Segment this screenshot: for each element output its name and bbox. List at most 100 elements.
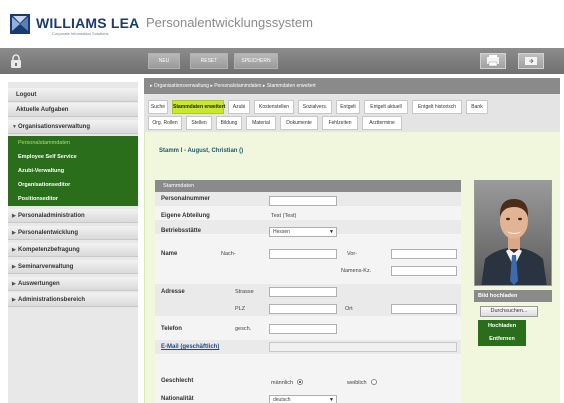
tab-fehlzeiten[interactable]: Fehlzeiten	[322, 116, 358, 130]
tab-dokumente[interactable]: Dokumente	[280, 116, 318, 130]
nachname-input[interactable]	[269, 249, 337, 259]
tab-arzttermine[interactable]: Arzttermine	[362, 116, 402, 130]
radio-weiblich[interactable]	[371, 379, 377, 385]
sidebar-item-label: Personaladministration	[18, 213, 85, 219]
sidebar-item-organisationsverwaltung[interactable]: ▼Organisationsverwaltung	[8, 120, 138, 134]
label-name: Name	[161, 251, 178, 257]
browse-button[interactable]: Durchsuchen...	[480, 306, 538, 317]
sidebar-item-aktuelle-aufgaben[interactable]: Aktuelle Aufgaben	[8, 103, 138, 117]
sidebar-item-personalentwicklung[interactable]: ▶ Personalentwicklung	[8, 226, 138, 240]
sidebar-item-label: Logout	[16, 92, 37, 98]
abteilung-value: Test (Test)	[271, 213, 297, 219]
sidebar-submenu: Personalstammdaten Employee Self Service…	[8, 136, 138, 206]
sidebar-item-administrationsbereich[interactable]: ▶ Administrationsbereich	[8, 293, 138, 307]
personalnummer-input[interactable]	[269, 196, 337, 206]
sidebar-subitem-employee-self-service[interactable]: Employee Self Service	[18, 154, 77, 160]
new-button[interactable]: NEU	[148, 53, 180, 69]
save-button[interactable]: SPEICHERN	[234, 53, 278, 69]
upload-button[interactable]: Hochladen	[478, 320, 526, 333]
sidebar-item-label: Kompetenzbefragung	[18, 247, 80, 253]
tab-azubi[interactable]: Azubi	[228, 100, 250, 114]
sidebar-item-label: Auswertungen	[18, 281, 60, 287]
label-weiblich: weiblich	[347, 380, 367, 386]
printer-icon	[487, 55, 499, 67]
sidebar: Logout Aktuelle Aufgaben ▼Organisationsv…	[8, 82, 138, 403]
betriebsstaette-select[interactable]: Hessen ▼	[269, 227, 337, 237]
portrait-image	[475, 181, 551, 285]
label-geschlecht: Geschlecht	[161, 378, 194, 384]
sidebar-item-label: Organisationsverwaltung	[18, 124, 91, 130]
sidebar-subitem-positionseditor[interactable]: Positionseditor	[18, 196, 58, 202]
tab-sozialvers[interactable]: Sozialvers.	[298, 100, 332, 114]
tab-org-rollen[interactable]: Org. Rollen	[148, 116, 182, 130]
remove-button[interactable]: Entfernen	[478, 333, 526, 346]
upload-photo-header: Bild hochladen	[474, 290, 552, 302]
sidebar-item-personaladministration[interactable]: ▶ Personaladministration	[8, 209, 138, 223]
tab-bildung[interactable]: Bildung	[216, 116, 242, 130]
tab-material[interactable]: Material	[246, 116, 276, 130]
strasse-input[interactable]	[269, 287, 337, 297]
label-personalnummer: Personalnummer	[161, 196, 211, 202]
app-title: Personalentwicklungssystem	[146, 15, 313, 30]
sidebar-item-label: Aktuelle Aufgaben	[16, 107, 69, 113]
sidebar-subitem-personalstammdaten[interactable]: Personalstammdaten	[18, 140, 70, 146]
nationalitaet-select[interactable]: deutsch ▼	[269, 395, 337, 403]
vorname-input[interactable]	[391, 249, 457, 259]
logo-title: WILLIAMS LEA	[36, 15, 140, 31]
email-input[interactable]	[269, 342, 457, 352]
betriebsstaette-selected: Hessen	[273, 229, 290, 235]
label-plz: PLZ	[235, 306, 246, 312]
reset-button[interactable]: RESET	[190, 53, 228, 69]
sidebar-item-label: Seminarverwaltung	[18, 264, 74, 270]
label-betriebsstaette: Betriebsstätte	[161, 228, 202, 234]
label-eigene-abteilung: Eigene Abteilung	[161, 213, 210, 219]
export-button[interactable]	[518, 53, 544, 69]
sidebar-item-label: Personalentwicklung	[18, 230, 79, 236]
logo-subtitle: Corporate Information Solutions	[52, 31, 109, 36]
tab-suche[interactable]: Suche	[148, 100, 168, 114]
sidebar-subitem-azubi-verwaltung[interactable]: Azubi-Verwaltung	[18, 168, 64, 174]
williams-lea-logo: WILLIAMS LEA Corporate Information Solut…	[10, 14, 139, 38]
app-header: WILLIAMS LEA Corporate Information Solut…	[0, 0, 564, 48]
sidebar-item-seminarverwaltung[interactable]: ▶ Seminarverwaltung	[8, 260, 138, 274]
tab-kostenstellen[interactable]: Kostenstellen	[254, 100, 294, 114]
logo-mark-icon	[10, 14, 30, 34]
label-telefon: Telefon	[161, 326, 182, 332]
tab-entgelt[interactable]: Entgelt	[336, 100, 360, 114]
sidebar-item-label: Administrationsbereich	[18, 297, 86, 303]
sidebar-item-kompetenzbefragung[interactable]: ▶ Kompetenzbefragung	[8, 243, 138, 257]
lock-icon[interactable]	[10, 54, 22, 68]
chevron-down-icon: ▼	[329, 229, 334, 235]
label-email-link[interactable]: E-Mail (geschäftlich)	[161, 344, 219, 350]
sidebar-item-auswertungen[interactable]: ▶ Auswertungen	[8, 277, 138, 291]
tab-stellen[interactable]: Stellen	[186, 116, 212, 130]
nationalitaet-selected: deutsch	[273, 397, 291, 403]
radio-maennlich[interactable]	[297, 379, 303, 385]
section-header-stammdaten: Stammdaten	[155, 180, 461, 192]
chevron-down-icon: ▼	[329, 397, 334, 403]
label-nationalitaet: Nationalität	[161, 396, 194, 402]
profile-photo	[474, 180, 552, 286]
toolbar: NEU RESET SPEICHERN	[0, 48, 564, 74]
plz-input[interactable]	[269, 304, 337, 314]
print-button[interactable]	[480, 53, 506, 69]
tab-stammdaten-erweitert[interactable]: Stammdaten erweitert	[172, 100, 225, 114]
label-namens-kz: Namens-Kz.	[341, 268, 372, 274]
tab-bar: Suche Stammdaten erweitert Azubi Kostens…	[144, 94, 560, 132]
label-ort: Ort	[345, 306, 353, 312]
telefon-input[interactable]	[269, 324, 337, 334]
ort-input[interactable]	[391, 304, 457, 314]
label-nachname: Nach-	[221, 251, 236, 257]
breadcrumb: ▸ Organisationsverwaltung ▸ Personalstam…	[144, 78, 560, 94]
tab-bank[interactable]: Bank	[466, 100, 488, 114]
label-telefon-geschaeftlich: gesch.	[235, 326, 252, 332]
tab-entgelt-aktuell[interactable]: Entgelt aktuell	[364, 100, 408, 114]
stammdaten-form: Personalnummer Eigene Abteilung Test (Te…	[155, 192, 461, 403]
sidebar-item-logout[interactable]: Logout	[8, 88, 138, 102]
label-strasse: Strasse	[235, 289, 254, 295]
sidebar-subitem-organisationseditor[interactable]: Organisationseditor	[18, 182, 70, 188]
tab-entgelt-historisch[interactable]: Entgelt historisch	[412, 100, 462, 114]
export-icon	[525, 57, 537, 65]
namens-kz-input[interactable]	[391, 266, 457, 276]
label-adresse: Adresse	[161, 289, 185, 295]
